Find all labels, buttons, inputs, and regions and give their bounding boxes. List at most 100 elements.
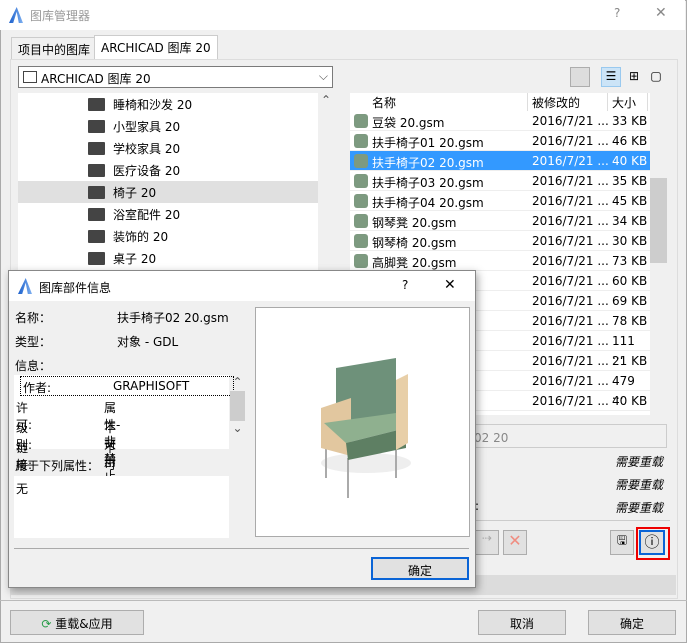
save-icon[interactable]: 🖫 <box>610 530 634 555</box>
info-table[interactable]: 作者:GRAPHISOFT 许可:属性-非禁止 3.0 级别:不可用 链接:不可… <box>14 375 234 498</box>
tree-item-label: 小型家具 20 <box>113 120 181 134</box>
file-row[interactable]: 扶手椅子01 20.gsm 2016/7/21 ... 46 KB <box>350 131 650 151</box>
close-button[interactable]: ✕ <box>655 5 667 21</box>
tree-item[interactable]: 小型家具 20 <box>18 115 318 137</box>
object-thumbnail-icon <box>354 194 368 208</box>
scrollbar-thumb[interactable] <box>650 178 667 263</box>
column-header-size[interactable]: 大小 <box>608 93 648 111</box>
file-row[interactable]: 扶手椅子02 20.gsm 2016/7/21 ... 40 KB <box>350 151 650 171</box>
selected-name-field[interactable]: 子02 20 <box>455 424 667 448</box>
reload-apply-label: 重载&应用 <box>55 617 113 631</box>
tree-item[interactable]: 装饰的 20 <box>18 225 318 247</box>
tab-archicad-library[interactable]: ARCHICAD 图库 20 <box>94 35 218 59</box>
tree-item[interactable]: 桌子 20 <box>18 247 318 269</box>
object-thumbnail-icon <box>354 114 368 128</box>
reload-apply-button[interactable]: ⟳ 重载&应用 <box>10 610 144 635</box>
tree-scrollbar[interactable]: ⌃ <box>318 93 334 273</box>
tree-item-selected[interactable]: 椅子 20 <box>18 181 318 203</box>
library-combo[interactable]: ARCHICAD 图库 20 ⌵ <box>18 66 333 88</box>
file-modified: 2016/7/21 ... <box>532 154 609 168</box>
info-button[interactable]: ⓘ <box>639 530 665 555</box>
folder-icon <box>88 98 105 111</box>
file-modified: 2016/7/21 ... <box>532 234 609 248</box>
dialog-ok-button[interactable]: 确定 <box>371 557 469 580</box>
file-row[interactable]: 钢琴椅 20.gsm 2016/7/21 ... 30 KB <box>350 231 650 251</box>
file-name: 钢琴椅 20.gsm <box>372 236 457 250</box>
preview-view-button[interactable]: ▢ <box>647 67 665 87</box>
tab-label: 项目中的图库 <box>18 43 91 57</box>
archicad-logo-icon <box>18 278 32 294</box>
file-row[interactable]: 扶手椅子03 20.gsm 2016/7/21 ... 35 KB <box>350 171 650 191</box>
delete-button[interactable]: ✕ <box>503 530 527 555</box>
file-row[interactable]: 高脚凳 20.gsm 2016/7/21 ... 73 KB <box>350 251 650 271</box>
scrollbar-thumb[interactable] <box>230 391 245 421</box>
file-name: 扶手椅子02 20.gsm <box>372 156 484 170</box>
file-name: 高脚凳 20.gsm <box>372 256 457 270</box>
used-list[interactable]: 无 <box>14 476 229 538</box>
dialog-close-button[interactable]: ✕ <box>444 277 456 293</box>
file-row[interactable]: 扶手椅子04 20.gsm 2016/7/21 ... 45 KB <box>350 191 650 211</box>
divider <box>473 520 670 521</box>
file-modified: 2016/7/21 ... <box>532 374 609 388</box>
archicad-logo-icon <box>9 7 23 23</box>
object-thumbnail-icon <box>354 154 368 168</box>
file-modified: 2016/7/21 ... <box>532 334 609 348</box>
file-size: 35 KB <box>612 174 648 188</box>
used-value: 无 <box>16 482 29 496</box>
tree-item-label: 装饰的 20 <box>113 230 169 244</box>
tree-item[interactable]: 睡椅和沙发 20 <box>18 93 318 115</box>
divider <box>0 600 687 601</box>
tab-label: ARCHICAD 图库 20 <box>101 41 211 55</box>
replace-object-button[interactable]: ⇢ <box>475 530 499 555</box>
column-header-name[interactable]: 名称 <box>368 93 528 111</box>
cancel-button[interactable]: 取消 <box>478 610 566 635</box>
file-row[interactable]: 钢琴凳 20.gsm 2016/7/21 ... 34 KB <box>350 211 650 231</box>
dialog-help-button[interactable]: ? <box>402 278 408 292</box>
divider <box>14 548 469 549</box>
file-row[interactable]: 豆袋 20.gsm 2016/7/21 ... 33 KB <box>350 111 650 131</box>
window-title: 图库管理器 <box>30 9 91 23</box>
file-modified: 2016/7/21 ... <box>532 294 609 308</box>
folder-icon <box>88 142 105 155</box>
tree-item[interactable]: 浴室配件 20 <box>18 203 318 225</box>
dialog-title: 图库部件信息 <box>39 281 112 295</box>
grid-view-button[interactable]: ⊞ <box>625 67 643 87</box>
file-size: 40 KB <box>612 394 648 408</box>
status-text: 需要重载 <box>615 501 664 515</box>
list-scrollbar[interactable] <box>650 93 667 415</box>
parent-folder-button[interactable] <box>570 67 590 87</box>
chair-preview-image <box>321 358 411 498</box>
type-label: 类型： <box>15 335 52 349</box>
folder-icon <box>88 186 105 199</box>
file-modified: 2016/7/21 ... <box>532 254 609 268</box>
name-value: 扶手椅子02 20.gsm <box>117 311 229 325</box>
info-value: GRAPHISOFT <box>113 379 190 393</box>
file-size: 69 KB <box>612 294 648 308</box>
file-size: 30 KB <box>612 234 648 248</box>
info-scrollbar[interactable]: ⌃ ⌄ <box>230 375 245 449</box>
list-view-button[interactable]: ☰ <box>601 67 621 87</box>
folder-tree[interactable]: 睡椅和沙发 20 小型家具 20 学校家具 20 医疗设备 20 椅子 20 浴… <box>18 93 318 273</box>
file-modified: 2016/7/21 ... <box>532 114 609 128</box>
title-bar: 图库管理器 ? ✕ <box>0 0 685 30</box>
status-text: 需要重载 <box>615 478 664 492</box>
column-header-modified[interactable]: 被修改的 <box>528 93 608 111</box>
folder-icon <box>88 208 105 221</box>
tab-project-library[interactable]: 项目中的图库 <box>11 37 98 59</box>
tree-item[interactable]: 学校家具 20 <box>18 137 318 159</box>
file-size: 34 KB <box>612 214 648 228</box>
ok-button[interactable]: 确定 <box>588 610 676 635</box>
file-name: 钢琴凳 20.gsm <box>372 216 457 230</box>
help-button[interactable]: ? <box>614 6 620 20</box>
file-size: 40 KB <box>612 154 648 168</box>
tree-item[interactable]: 医疗设备 20 <box>18 159 318 181</box>
library-combo-value: ARCHICAD 图库 20 <box>41 72 151 86</box>
status-text: 需要重载 <box>615 455 664 469</box>
file-name: 扶手椅子01 20.gsm <box>372 136 484 150</box>
info-label: 信息： <box>15 359 52 373</box>
object-thumbnail-icon <box>354 234 368 248</box>
preview-panel <box>255 307 470 537</box>
info-row[interactable]: 作者: GRAPHISOFT <box>20 376 234 396</box>
file-modified: 2016/7/21 ... <box>532 134 609 148</box>
chevron-down-icon: ⌵ <box>318 69 328 83</box>
